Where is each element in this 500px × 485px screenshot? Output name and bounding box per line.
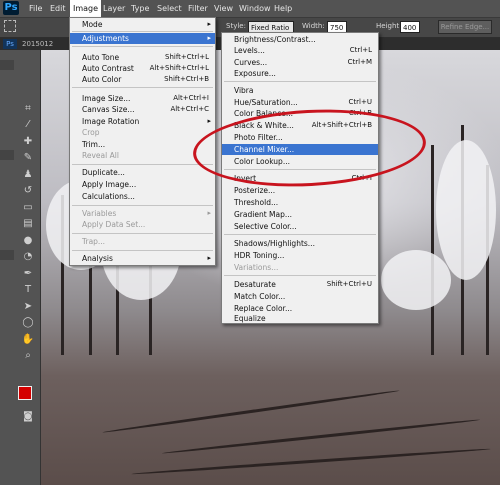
tools-panel: ⌗ ⁄ ✚ ✎ ♟ ↺ ▭ ▤ ● ◔ ✒ T ➤ ◯ ✋ ⌕ ◙ xyxy=(0,50,41,485)
clone-stamp-tool-icon[interactable]: ♟ xyxy=(21,168,35,182)
menu-item-crop: Crop xyxy=(82,128,100,137)
ground-stone-line xyxy=(161,418,481,455)
zoom-tool-icon[interactable]: ⌕ xyxy=(21,349,35,363)
menu-item-auto-contrast[interactable]: Auto Contrast Alt+Shift+Ctrl+L xyxy=(70,63,215,74)
collapsed-panel-strip xyxy=(0,150,14,160)
submenu-arrow-icon: ▸ xyxy=(207,34,211,42)
submenu-arrow-icon: ▸ xyxy=(207,20,211,28)
menu-item-auto-color[interactable]: Auto Color Shift+Ctrl+B xyxy=(70,74,215,85)
collapsed-panel-strip xyxy=(0,60,14,70)
menu-item-curves[interactable]: Curves... Ctrl+M xyxy=(222,57,378,68)
ground-stone-line xyxy=(102,389,400,434)
menu-item-apply-data-set: Apply Data Set... xyxy=(82,220,146,229)
menu-edit[interactable]: Edit xyxy=(47,0,69,17)
submenu-arrow-icon: ▸ xyxy=(207,117,211,125)
menu-item-hue-saturation[interactable]: Hue/Saturation... Ctrl+U xyxy=(222,97,378,108)
gradient-tool-icon[interactable]: ▤ xyxy=(21,217,35,231)
menu-item-calculations[interactable]: Calculations... xyxy=(70,191,215,202)
height-label: Height: xyxy=(376,22,402,30)
menu-item-desaturate[interactable]: Desaturate Shift+Ctrl+U xyxy=(222,279,378,290)
history-brush-tool-icon[interactable]: ↺ xyxy=(21,184,35,198)
menu-separator xyxy=(72,31,213,32)
menu-separator xyxy=(72,233,213,234)
menu-item-apply-image[interactable]: Apply Image... xyxy=(70,179,215,190)
path-selection-tool-icon[interactable]: ➤ xyxy=(21,300,35,314)
menu-item-threshold[interactable]: Threshold... xyxy=(222,197,378,208)
menu-item-analysis[interactable]: Analysis ▸ xyxy=(70,253,215,264)
menu-item-canvas-size[interactable]: Canvas Size... Alt+Ctrl+C xyxy=(70,104,215,115)
menu-bar: Ps File Edit Image Layer Type Select Fil… xyxy=(0,0,500,18)
image-menu-dropdown: Mode ▸ Adjustments ▸ Auto Tone Shift+Ctrl+L… xyxy=(69,17,216,266)
marquee-tool-icon[interactable] xyxy=(4,20,16,32)
brush-tool-icon[interactable]: ✎ xyxy=(21,151,35,165)
menu-item-levels[interactable]: Levels... Ctrl+L xyxy=(222,45,378,56)
width-label: Width: xyxy=(302,22,325,30)
menu-item-duplicate[interactable]: Duplicate... xyxy=(70,167,215,178)
menu-item-equalize[interactable]: Equalize xyxy=(222,315,378,323)
menu-select[interactable]: Select xyxy=(154,0,185,17)
menu-filter[interactable]: Filter xyxy=(185,0,211,17)
menu-item-image-size[interactable]: Image Size... Alt+Ctrl+I xyxy=(70,93,215,104)
menu-item-gradient-map[interactable]: Gradient Map... xyxy=(222,209,378,220)
menu-separator xyxy=(72,164,213,165)
menu-image[interactable]: Image xyxy=(70,0,102,17)
menu-help[interactable]: Help xyxy=(271,0,295,17)
tree-trunk xyxy=(431,145,434,355)
menu-view[interactable]: View xyxy=(211,0,236,17)
menu-item-variables: Variables ▸ xyxy=(82,209,211,218)
type-tool-icon[interactable]: T xyxy=(21,283,35,297)
style-label: Style: xyxy=(226,22,246,30)
blur-tool-icon[interactable]: ● xyxy=(21,234,35,248)
ellipse-tool-icon[interactable]: ◯ xyxy=(21,316,35,330)
ground-stone-line xyxy=(131,447,491,476)
menu-separator xyxy=(224,275,376,276)
menu-window[interactable]: Window xyxy=(236,0,274,17)
menu-item-hdr-toning[interactable]: HDR Toning... xyxy=(222,250,378,261)
quick-mask-icon[interactable]: ◙ xyxy=(21,410,35,424)
menu-separator xyxy=(72,87,213,88)
menu-file[interactable]: File xyxy=(26,0,45,17)
eyedropper-tool-icon[interactable]: ⁄ xyxy=(21,118,35,132)
menu-item-mode[interactable]: Mode ▸ xyxy=(70,19,215,30)
menu-item-adjustments[interactable]: Adjustments ▸ xyxy=(70,33,215,44)
menu-item-vibrance[interactable]: Vibra xyxy=(222,85,378,96)
dodge-tool-icon[interactable]: ◔ xyxy=(21,250,35,264)
foreground-color-swatch[interactable] xyxy=(18,386,32,400)
menu-item-image-rotation[interactable]: Image Rotation ▸ xyxy=(70,116,215,127)
menu-item-replace-color[interactable]: Replace Color... xyxy=(222,303,378,314)
menu-item-variations: Variations... xyxy=(234,263,279,272)
menu-item-trap: Trap... xyxy=(82,237,106,246)
menu-item-shadows-highlights[interactable]: Shadows/Highlights... xyxy=(222,238,378,249)
tree-foliage xyxy=(436,140,496,280)
menu-separator xyxy=(72,205,213,206)
document-tab[interactable]: 2015012 xyxy=(22,38,53,50)
menu-item-selective-color[interactable]: Selective Color... xyxy=(222,221,378,232)
tree-foliage xyxy=(381,250,451,310)
refine-edge-button[interactable]: Refine Edge... xyxy=(438,20,492,34)
menu-item-posterize[interactable]: Posterize... xyxy=(222,185,378,196)
submenu-arrow-icon: ▸ xyxy=(207,209,211,217)
height-field[interactable]: 400 xyxy=(400,21,420,33)
menu-separator xyxy=(72,46,213,47)
eraser-tool-icon[interactable]: ▭ xyxy=(21,201,35,215)
photoshop-logo: Ps xyxy=(3,1,19,15)
menu-item-auto-tone[interactable]: Auto Tone Shift+Ctrl+L xyxy=(70,52,215,63)
menu-item-exposure[interactable]: Exposure... xyxy=(222,68,378,79)
menu-separator xyxy=(72,250,213,251)
pen-tool-icon[interactable]: ✒ xyxy=(21,267,35,281)
healing-brush-tool-icon[interactable]: ✚ xyxy=(21,135,35,149)
submenu-arrow-icon: ▸ xyxy=(207,254,211,262)
menu-separator xyxy=(224,234,376,235)
menu-item-match-color[interactable]: Match Color... xyxy=(222,291,378,302)
menu-layer[interactable]: Layer xyxy=(100,0,128,17)
hand-tool-icon[interactable]: ✋ xyxy=(21,333,35,347)
crop-tool-icon[interactable]: ⌗ xyxy=(21,102,35,116)
menu-type[interactable]: Type xyxy=(128,0,152,17)
menu-separator xyxy=(224,81,376,82)
collapsed-panel-strip xyxy=(0,250,14,260)
menu-item-brightness-contrast[interactable]: Brightness/Contrast... xyxy=(222,34,378,45)
ps-doc-icon: Ps xyxy=(3,39,17,49)
